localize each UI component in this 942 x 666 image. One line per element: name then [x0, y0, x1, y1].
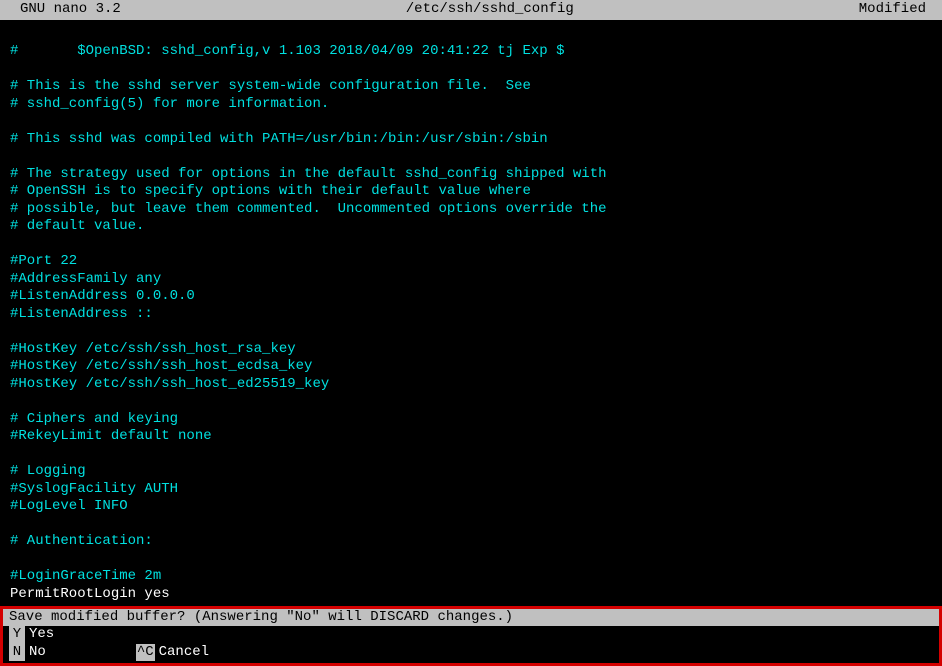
content-line: #RekeyLimit default none	[10, 428, 932, 446]
content-line: # $OpenBSD: sshd_config,v 1.103 2018/04/…	[10, 43, 932, 61]
option-no[interactable]: NNo	[9, 644, 136, 662]
content-line: # Logging	[10, 463, 932, 481]
content-line: # sshd_config(5) for more information.	[10, 96, 932, 114]
save-prompt: Save modified buffer? (Answering "No" wi…	[0, 606, 942, 666]
content-line	[10, 236, 932, 254]
title-bar: GNU nano 3.2 /etc/ssh/sshd_config Modifi…	[0, 0, 942, 20]
content-line: # This sshd was compiled with PATH=/usr/…	[10, 131, 932, 149]
label-cancel: Cancel	[159, 644, 209, 660]
content-line: #AddressFamily any	[10, 271, 932, 289]
content-line: # This is the sshd server system-wide co…	[10, 78, 932, 96]
content-line: # default value.	[10, 218, 932, 236]
content-line: #HostKey /etc/ssh/ssh_host_ed25519_key	[10, 376, 932, 394]
editor-content[interactable]: # $OpenBSD: sshd_config,v 1.103 2018/04/…	[0, 20, 942, 604]
content-line	[10, 323, 932, 341]
key-cancel: ^C	[136, 644, 155, 662]
content-line: #ListenAddress ::	[10, 306, 932, 324]
content-line: # The strategy used for options in the d…	[10, 166, 932, 184]
key-n: N	[9, 644, 25, 662]
prompt-options: YYes NNo ^CCancel	[3, 626, 939, 663]
content-line	[10, 393, 932, 411]
content-line: #ListenAddress 0.0.0.0	[10, 288, 932, 306]
content-line	[10, 551, 932, 569]
content-line	[10, 61, 932, 79]
content-line: #SyslogFacility AUTH	[10, 481, 932, 499]
content-line: # Authentication:	[10, 533, 932, 551]
content-line: #LogLevel INFO	[10, 498, 932, 516]
label-yes: Yes	[29, 626, 54, 642]
prompt-question: Save modified buffer? (Answering "No" wi…	[3, 609, 939, 627]
content-line	[10, 113, 932, 131]
content-line: # Ciphers and keying	[10, 411, 932, 429]
file-path: /etc/ssh/sshd_config	[121, 1, 859, 19]
content-line: #HostKey /etc/ssh/ssh_host_rsa_key	[10, 341, 932, 359]
option-cancel[interactable]: ^CCancel	[136, 644, 209, 662]
content-line	[10, 148, 932, 166]
content-line: #HostKey /etc/ssh/ssh_host_ecdsa_key	[10, 358, 932, 376]
label-no: No	[29, 644, 46, 660]
content-line: # OpenSSH is to specify options with the…	[10, 183, 932, 201]
content-line-edited: PermitRootLogin yes	[10, 586, 932, 604]
app-name: GNU nano 3.2	[6, 1, 121, 19]
modified-status: Modified	[859, 1, 936, 19]
content-line: # possible, but leave them commented. Un…	[10, 201, 932, 219]
option-yes[interactable]: YYes	[9, 626, 144, 644]
content-line	[10, 516, 932, 534]
key-y: Y	[9, 626, 25, 644]
content-line	[10, 26, 932, 44]
content-line: #LoginGraceTime 2m	[10, 568, 932, 586]
content-line	[10, 446, 932, 464]
content-line: #Port 22	[10, 253, 932, 271]
